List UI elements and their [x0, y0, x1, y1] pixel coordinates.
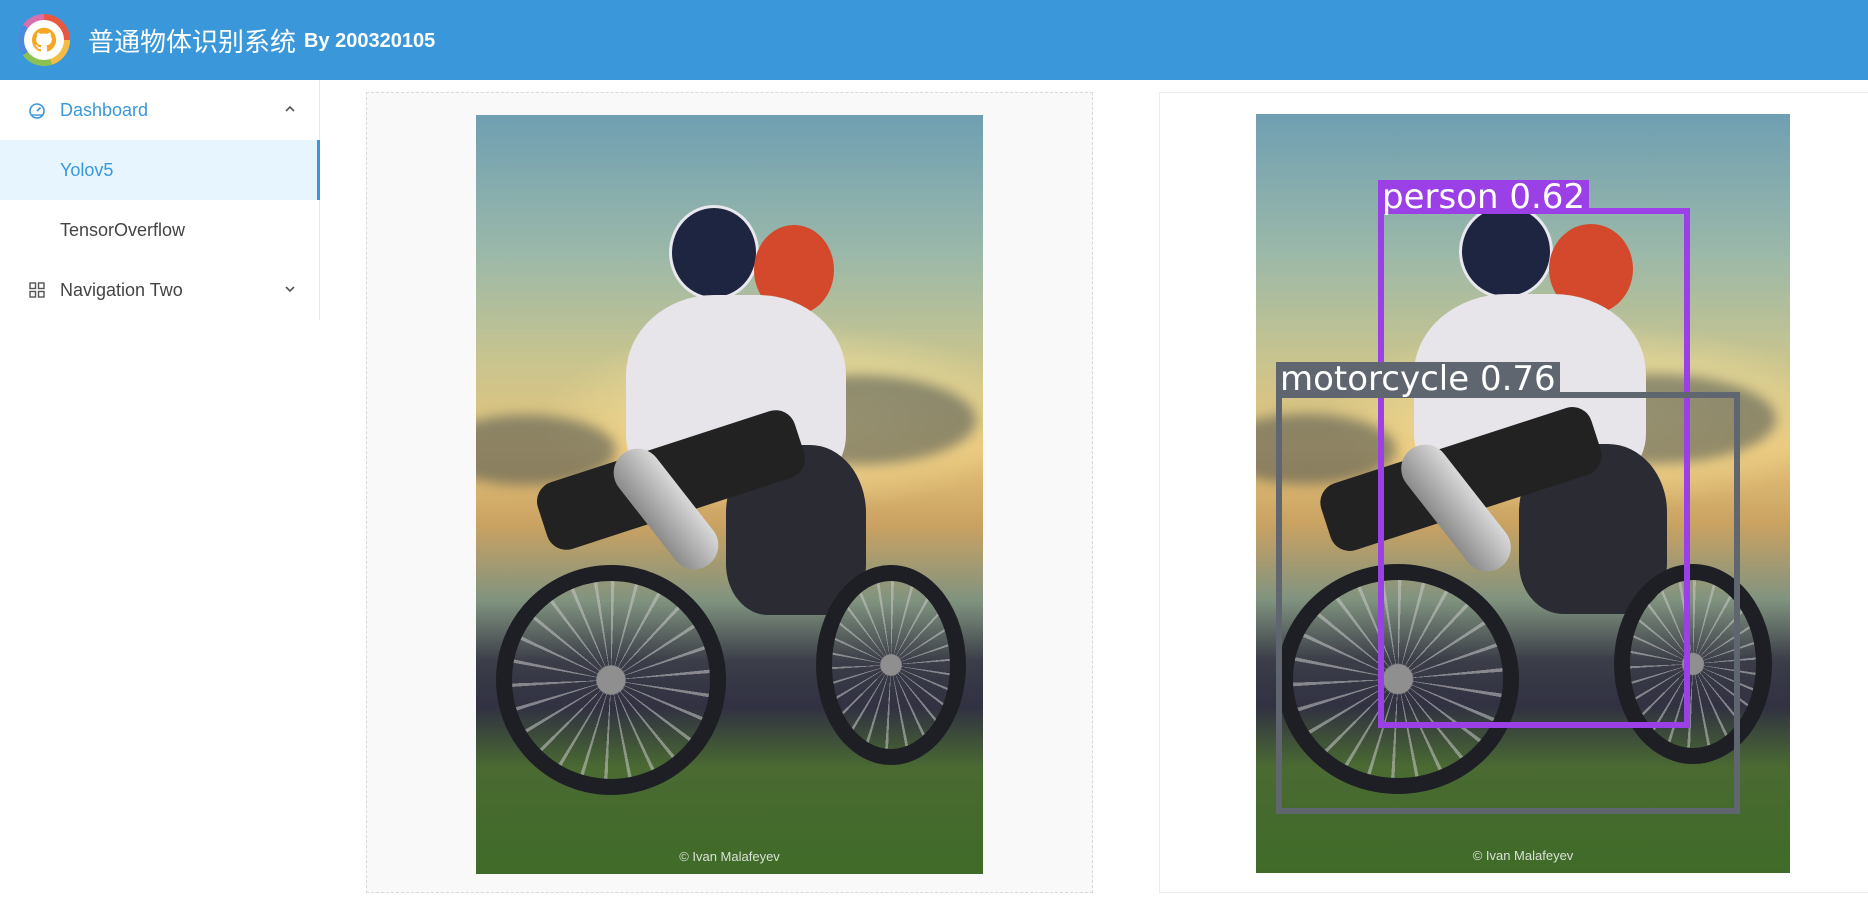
photo-credit: © Ivan Malafeyev — [679, 849, 780, 864]
chevron-down-icon — [285, 286, 295, 293]
result-image: person 0.62 motorcycle 0.76 © Ivan Malaf… — [1256, 114, 1790, 873]
sidebar-item-dashboard[interactable]: Dashboard — [0, 80, 319, 140]
octocat-icon — [31, 27, 57, 52]
sidebar-item-label: Yolov5 — [60, 159, 114, 180]
app-title: 普通物体识别系统 — [88, 26, 297, 57]
detection-box-motorcycle — [1276, 392, 1740, 814]
original-image: © Ivan Malafeyev — [476, 115, 983, 874]
grid-icon — [28, 281, 46, 299]
dashboard-icon — [28, 101, 46, 119]
sidebar-menu: Dashboard Yolov5 TensorOverflow Navigati… — [0, 80, 320, 320]
photo-credit: © Ivan Malafeyev — [1472, 848, 1574, 863]
detection-label-person: person 0.62 — [1378, 180, 1590, 214]
sidebar-item-label: TensorOverflow — [60, 219, 186, 240]
chevron-up-icon — [285, 105, 295, 112]
app-header: 普通物体识别系统 By 200320105 — [0, 0, 1868, 80]
github-logo-icon[interactable] — [18, 14, 70, 66]
detection-label-motorcycle: motorcycle 0.76 — [1276, 362, 1560, 396]
sidebar-item-label: Dashboard — [60, 99, 149, 120]
sidebar-item-label: Navigation Two — [60, 279, 183, 300]
sidebar-item-navigation-two[interactable]: Navigation Two — [0, 260, 319, 320]
app-subtitle: By 200320105 — [304, 30, 436, 52]
sidebar-item-tensoroverflow[interactable]: TensorOverflow — [0, 200, 319, 260]
sidebar-item-yolov5[interactable]: Yolov5 — [0, 140, 320, 200]
